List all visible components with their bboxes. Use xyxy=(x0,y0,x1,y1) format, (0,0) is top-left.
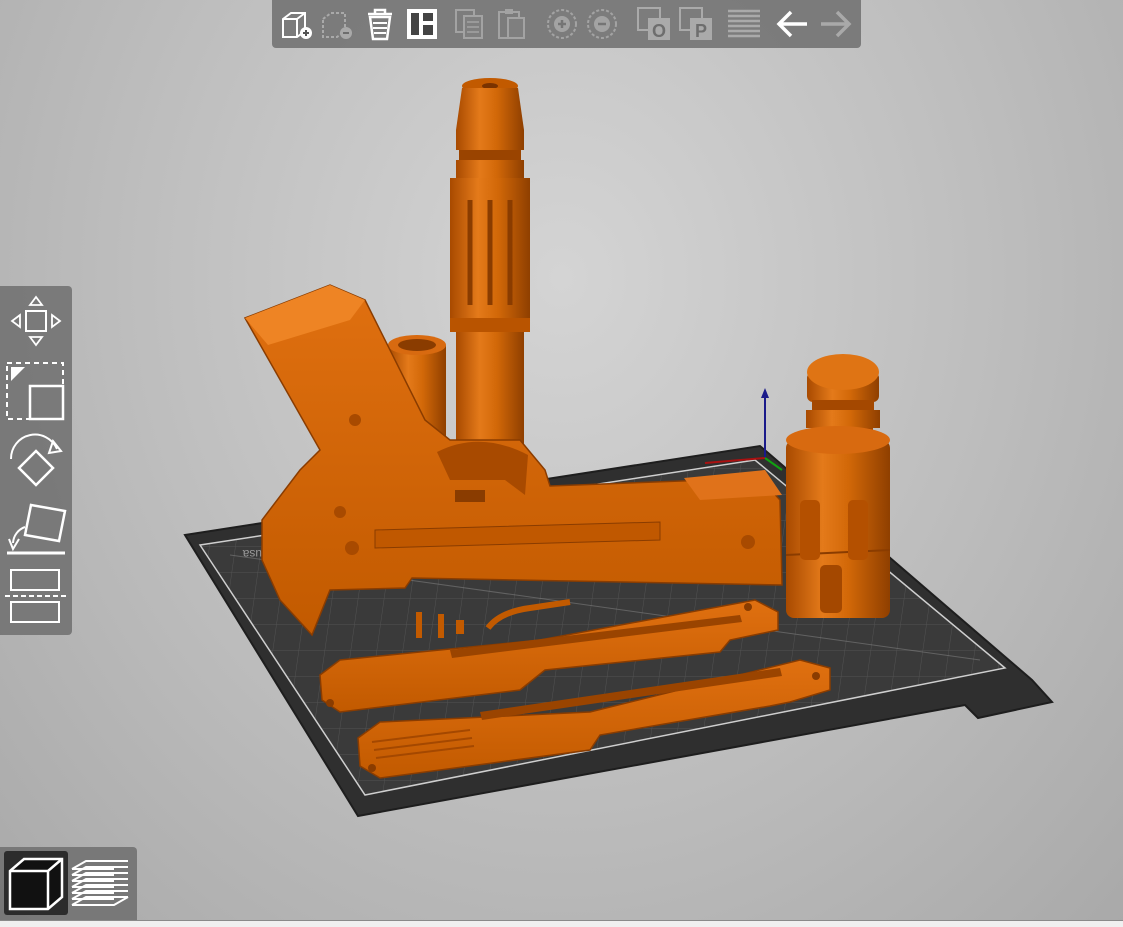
arrange-button[interactable] xyxy=(404,6,440,42)
scale-icon xyxy=(6,362,65,421)
place-on-face-icon xyxy=(7,503,67,555)
paste-icon xyxy=(498,9,525,39)
place-on-face-tool-button[interactable] xyxy=(3,497,69,561)
split-objects-icon: O xyxy=(637,7,670,41)
layers-stack-icon xyxy=(71,860,129,906)
undo-arrow-icon xyxy=(776,10,807,38)
move-tool-button[interactable] xyxy=(3,289,69,353)
split-objects-label: O xyxy=(652,21,666,41)
trash-icon xyxy=(368,8,392,41)
bed-label: usa xyxy=(242,547,262,561)
split-parts-icon: P xyxy=(679,7,712,41)
arrange-icon xyxy=(407,9,437,39)
move-icon xyxy=(10,295,62,347)
model-canister[interactable] xyxy=(785,354,891,618)
add-object-button[interactable] xyxy=(278,6,314,42)
copy-icon xyxy=(455,9,483,39)
cut-tool-button[interactable] xyxy=(3,564,69,628)
plus-circle-icon xyxy=(547,9,577,39)
redo-button[interactable] xyxy=(818,6,854,42)
add-instance-button[interactable] xyxy=(544,6,580,42)
layers-icon xyxy=(728,9,760,38)
redo-arrow-icon xyxy=(821,10,852,38)
model-barrel[interactable] xyxy=(450,78,530,462)
minus-circle-icon xyxy=(587,9,617,39)
left-gizmo-toolbar xyxy=(0,286,72,635)
3d-viewport[interactable]: usa xyxy=(0,0,1123,920)
remove-object-icon xyxy=(322,12,352,39)
split-objects-button[interactable]: O xyxy=(636,6,672,42)
copy-button[interactable] xyxy=(452,6,488,42)
delete-all-button[interactable] xyxy=(362,6,398,42)
add-object-icon xyxy=(282,12,312,39)
undo-button[interactable] xyxy=(774,6,810,42)
split-parts-label: P xyxy=(695,21,707,41)
layers-editing-button[interactable] xyxy=(726,6,762,42)
rotate-tool-button[interactable] xyxy=(3,429,69,493)
3d-view-button[interactable] xyxy=(4,851,68,915)
paste-button[interactable] xyxy=(494,6,530,42)
view-toggle-bar xyxy=(0,847,137,920)
split-parts-button[interactable]: P xyxy=(678,6,714,42)
remove-object-button[interactable] xyxy=(318,6,354,42)
rotate-icon xyxy=(9,433,63,487)
remove-instance-button[interactable] xyxy=(584,6,620,42)
preview-button[interactable] xyxy=(68,851,132,915)
cut-icon xyxy=(5,569,67,623)
3d-cube-icon xyxy=(8,857,64,911)
scale-tool-button[interactable] xyxy=(3,359,69,423)
top-toolbar: O P xyxy=(272,0,861,48)
